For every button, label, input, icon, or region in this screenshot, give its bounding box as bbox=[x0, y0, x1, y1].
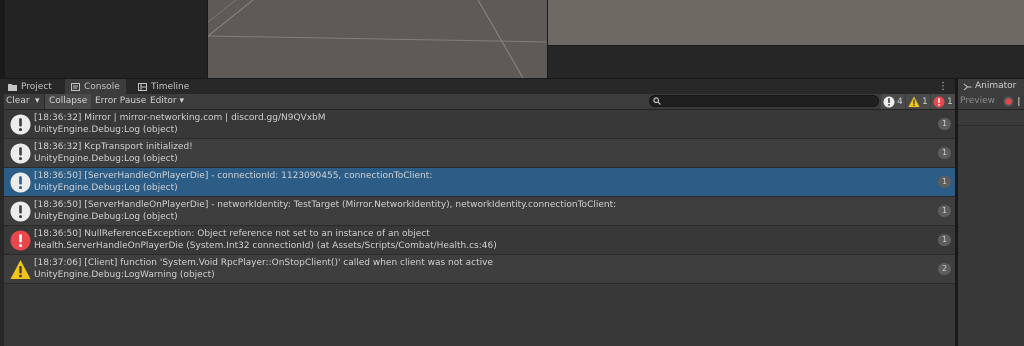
collapse-count-badge: 1 bbox=[938, 118, 951, 130]
hierarchy-panel-fragment bbox=[0, 0, 207, 78]
folder-icon bbox=[8, 84, 17, 91]
clear-button[interactable]: Clear bbox=[2, 94, 34, 109]
collapse-count-badge: 2 bbox=[938, 263, 951, 275]
animator-panel bbox=[958, 110, 1024, 346]
log-entry[interactable]: [18:36:32] Mirror | mirror-networking.co… bbox=[4, 110, 955, 139]
log-entry-selected[interactable]: [18:36:50] [ServerHandleOnPlayerDie] - c… bbox=[4, 168, 955, 197]
tab-project[interactable]: Project bbox=[2, 79, 58, 95]
console-toolbar: Clear ▾ Collapse Error Pause Editor ▾ 4 … bbox=[0, 94, 955, 110]
animator-subheader bbox=[958, 110, 1024, 126]
info-icon bbox=[10, 201, 31, 222]
log-entry[interactable]: [18:37:06] [Client] function 'System.Voi… bbox=[4, 255, 955, 284]
animator-icon bbox=[963, 83, 972, 91]
editor-dropdown[interactable]: Editor ▾ bbox=[146, 94, 188, 109]
warning-filter-toggle[interactable]: 1 bbox=[906, 94, 930, 109]
animator-toolbar: Preview bbox=[958, 94, 1024, 110]
search-input[interactable] bbox=[649, 95, 879, 107]
log-message: [18:36:50] NullReferenceException: Objec… bbox=[34, 229, 430, 239]
chevron-down-icon: ▾ bbox=[35, 96, 40, 106]
warning-icon bbox=[10, 260, 31, 279]
log-message: [18:37:06] [Client] function 'System.Voi… bbox=[34, 258, 493, 268]
log-message: [18:36:32] KcpTransport initialized! bbox=[34, 142, 193, 152]
info-icon bbox=[10, 114, 31, 135]
log-count: 4 bbox=[897, 96, 903, 107]
tab-label: Timeline bbox=[151, 82, 190, 92]
collapse-count-badge: 1 bbox=[938, 176, 951, 188]
log-stacktrace: UnityEngine.Debug:Log (object) bbox=[34, 125, 178, 135]
tab-label: Console bbox=[84, 82, 120, 92]
log-message: [18:36:50] [ServerHandleOnPlayerDie] - c… bbox=[34, 171, 433, 181]
log-filter-toggle[interactable]: 4 bbox=[881, 94, 905, 109]
collapse-count-badge: 1 bbox=[938, 234, 951, 246]
panel-edge bbox=[0, 0, 5, 78]
collapse-count-badge: 1 bbox=[938, 205, 951, 217]
log-entry[interactable]: [18:36:50] NullReferenceException: Objec… bbox=[4, 226, 955, 255]
more-options-icon[interactable]: ⋮ bbox=[938, 81, 948, 93]
record-icon[interactable] bbox=[1003, 96, 1014, 107]
log-stacktrace: Health.ServerHandleOnPlayerDie (System.I… bbox=[34, 241, 497, 251]
log-message: [18:36:32] Mirror | mirror-networking.co… bbox=[34, 113, 326, 123]
first-keyframe-icon[interactable] bbox=[1018, 96, 1024, 107]
log-entry[interactable]: [18:36:32] KcpTransport initialized! Uni… bbox=[4, 139, 955, 168]
warning-icon bbox=[908, 96, 920, 107]
tab-label: Animator bbox=[975, 81, 1017, 91]
tab-animator[interactable]: Animator bbox=[958, 78, 1024, 94]
log-stacktrace: UnityEngine.Debug:LogWarning (object) bbox=[34, 270, 215, 280]
log-stacktrace: UnityEngine.Debug:Log (object) bbox=[34, 154, 178, 164]
collapse-count-badge: 1 bbox=[938, 147, 951, 159]
console-log-list[interactable]: [18:36:32] Mirror | mirror-networking.co… bbox=[4, 110, 955, 346]
tab-label: Project bbox=[21, 82, 52, 92]
tab-console[interactable]: Console bbox=[65, 79, 126, 95]
error-filter-toggle[interactable]: 1 bbox=[931, 94, 955, 109]
error-icon bbox=[933, 96, 945, 107]
collapse-toggle[interactable]: Collapse bbox=[45, 94, 92, 109]
warning-count: 1 bbox=[922, 96, 928, 107]
timeline-icon bbox=[138, 83, 147, 91]
info-icon bbox=[10, 172, 31, 193]
scene-view[interactable] bbox=[207, 0, 548, 78]
info-icon bbox=[10, 143, 31, 164]
preview-button[interactable]: Preview bbox=[960, 96, 995, 106]
log-stacktrace: UnityEngine.Debug:Log (object) bbox=[34, 212, 178, 222]
search-icon bbox=[653, 97, 661, 105]
game-view[interactable] bbox=[548, 0, 1024, 46]
error-count: 1 bbox=[947, 96, 953, 107]
log-message: [18:36:50] [ServerHandleOnPlayerDie] - n… bbox=[34, 200, 617, 210]
log-stacktrace: UnityEngine.Debug:Log (object) bbox=[34, 183, 178, 193]
chevron-down-icon: ▾ bbox=[179, 96, 185, 106]
console-icon bbox=[71, 83, 80, 91]
bottom-tab-bar: Project Console Timeline ⋮ bbox=[0, 78, 955, 95]
log-entry[interactable]: [18:36:50] [ServerHandleOnPlayerDie] - n… bbox=[4, 197, 955, 226]
scene-grid bbox=[208, 0, 547, 78]
tab-timeline[interactable]: Timeline bbox=[132, 79, 195, 95]
error-pause-toggle[interactable]: Error Pause bbox=[91, 94, 150, 109]
clear-options-dropdown[interactable]: ▾ bbox=[32, 94, 43, 109]
error-icon bbox=[10, 230, 31, 251]
info-icon bbox=[883, 96, 895, 107]
